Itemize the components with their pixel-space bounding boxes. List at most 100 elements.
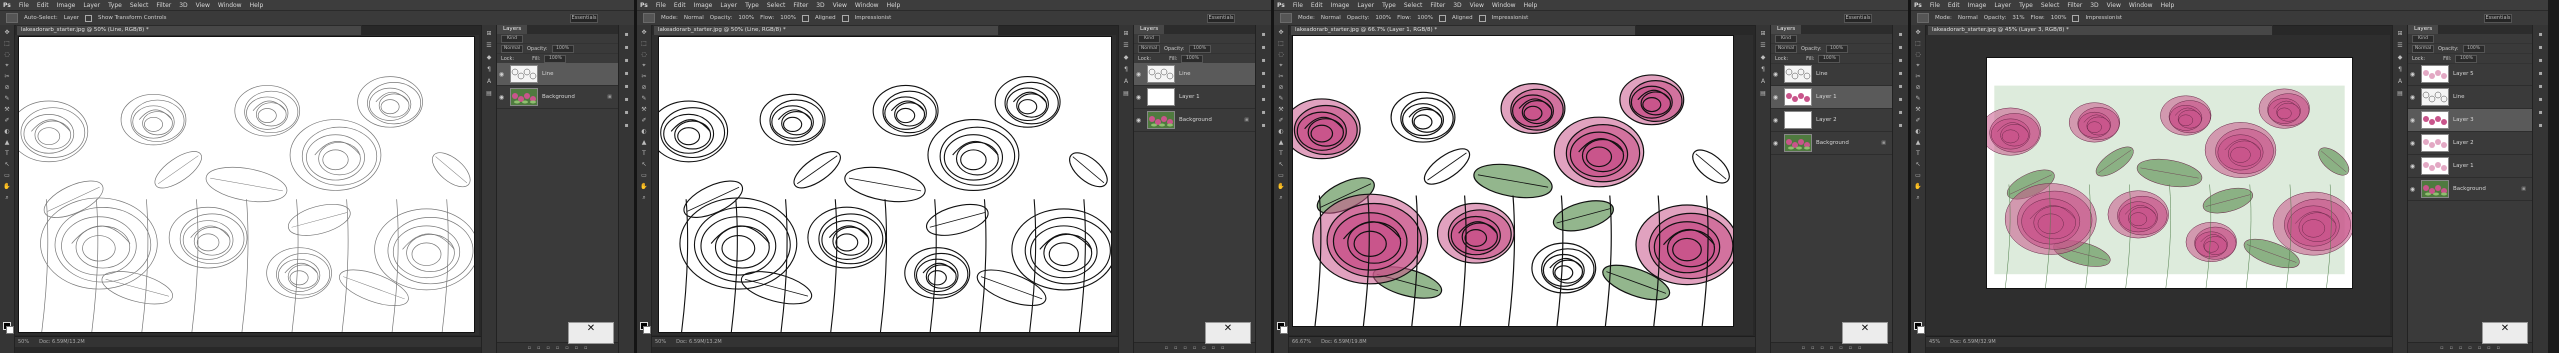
background-color-swatch[interactable]	[1280, 326, 1288, 334]
menu-item-help[interactable]: Help	[1524, 2, 1538, 9]
current-tool-icon[interactable]	[6, 13, 18, 23]
menu-item-3d[interactable]: 3D	[179, 2, 187, 9]
tool-9-icon[interactable]: ◐	[1277, 128, 1285, 135]
option-3[interactable]: 100%	[1375, 15, 1391, 21]
option-7[interactable]: Impressionist	[855, 15, 892, 21]
right-dock-4-icon[interactable]: ▪	[1897, 83, 1905, 90]
dock-2-icon[interactable]: ◆	[2396, 54, 2404, 61]
dock-3-icon[interactable]: ¶	[2396, 66, 2404, 73]
opacity-field[interactable]: 100%	[551, 44, 574, 53]
option-1[interactable]: Layer	[64, 15, 79, 21]
menu-item-filter[interactable]: Filter	[156, 2, 171, 9]
menu-item-layer[interactable]: Layer	[720, 2, 737, 9]
right-dock-6-icon[interactable]: ▪	[1897, 109, 1905, 116]
group-icon[interactable]: ▫	[1839, 345, 1842, 351]
option-3[interactable]: 100%	[738, 15, 754, 21]
layer-row[interactable]: ◉ Layer 1	[2408, 155, 2532, 178]
tool-3-icon[interactable]: ⌖	[1277, 62, 1285, 69]
dock-1-icon[interactable]: ☰	[1759, 42, 1767, 49]
tool-2-icon[interactable]: ◌	[1277, 51, 1285, 58]
menu-item-edit[interactable]: Edit	[1311, 2, 1323, 9]
dock-0-icon[interactable]: ⊞	[1759, 30, 1767, 37]
tab-layers[interactable]: Layers	[1134, 25, 1165, 34]
background-color-swatch[interactable]	[1917, 326, 1925, 334]
eye-icon[interactable]: ◉	[1134, 117, 1143, 124]
option-0[interactable]: Mode:	[661, 15, 678, 21]
tool-3-icon[interactable]: ⌖	[1914, 62, 1922, 69]
eye-icon[interactable]: ◉	[2408, 94, 2417, 101]
blend-mode-select[interactable]: Normal	[1775, 44, 1797, 53]
option-checkbox-7[interactable]	[1478, 14, 1486, 22]
eye-icon[interactable]: ◉	[1134, 94, 1143, 101]
kind-filter[interactable]: Kind	[1138, 34, 1160, 43]
layer-name[interactable]: Line	[1179, 71, 1190, 77]
menu-item-edit[interactable]: Edit	[37, 2, 49, 9]
tool-8-icon[interactable]: ✐	[1914, 117, 1922, 124]
right-dock-2-icon[interactable]: ▪	[1897, 57, 1905, 64]
new-layer-icon[interactable]: ▫	[575, 345, 578, 351]
right-dock-0-icon[interactable]: ▪	[2537, 31, 2545, 38]
right-dock-7-icon[interactable]: ▪	[1260, 122, 1268, 129]
layer-name[interactable]: Layer 2	[1816, 117, 1837, 123]
eye-icon[interactable]: ◉	[2408, 71, 2417, 78]
menu-item-window[interactable]: Window	[218, 2, 242, 9]
dock-4-icon[interactable]: A	[2396, 78, 2404, 85]
trash-icon[interactable]: ▫	[1221, 345, 1224, 351]
fill-field[interactable]: 100%	[2455, 54, 2478, 63]
tool-5-icon[interactable]: ⊘	[1277, 84, 1285, 91]
option-5[interactable]: 100%	[780, 15, 796, 21]
option-4[interactable]: Flow:	[2031, 15, 2045, 21]
tool-2-icon[interactable]: ◌	[640, 51, 648, 58]
dock-5-icon[interactable]: ▤	[2396, 90, 2404, 97]
blend-mode-select[interactable]: Normal	[2412, 44, 2434, 53]
menu-item-select[interactable]: Select	[130, 2, 149, 9]
eye-icon[interactable]: ◉	[497, 71, 506, 78]
layer-name[interactable]: Layer 1	[1179, 94, 1200, 100]
menu-item-help[interactable]: Help	[2161, 2, 2175, 9]
menu-item-window[interactable]: Window	[2129, 2, 2153, 9]
tool-7-icon[interactable]: ⚒	[640, 106, 648, 113]
layer-row[interactable]: ◉ Background ▣	[497, 86, 618, 109]
menu-item-help[interactable]: Help	[887, 2, 901, 9]
tool-8-icon[interactable]: ✐	[3, 117, 11, 124]
tool-11-icon[interactable]: T	[1277, 150, 1285, 157]
tool-3-icon[interactable]: ⌖	[3, 62, 11, 69]
eye-icon[interactable]: ◉	[2408, 163, 2417, 170]
zoom-level[interactable]: 45%	[1929, 339, 1940, 345]
fill-field[interactable]: 100%	[1181, 54, 1204, 63]
tool-9-icon[interactable]: ◐	[640, 128, 648, 135]
link-icon[interactable]: ▫	[1165, 345, 1168, 351]
menu-item-layer[interactable]: Layer	[1994, 2, 2011, 9]
layer-row[interactable]: ◉ Line	[1771, 63, 1892, 86]
mask-icon[interactable]: ▫	[1183, 345, 1186, 351]
right-dock-3-icon[interactable]: ▪	[1260, 70, 1268, 77]
tool-4-icon[interactable]: ✂	[1914, 73, 1922, 80]
tool-8-icon[interactable]: ✐	[1277, 117, 1285, 124]
tool-0-icon[interactable]: ✥	[1914, 29, 1922, 36]
tool-5-icon[interactable]: ⊘	[640, 84, 648, 91]
dock-2-icon[interactable]: ◆	[485, 54, 493, 61]
option-6[interactable]: Impressionist	[2085, 15, 2122, 21]
adjustment-icon[interactable]: ▫	[556, 345, 559, 351]
tool-2-icon[interactable]: ◌	[3, 51, 11, 58]
fx-icon[interactable]: ▫	[1811, 345, 1814, 351]
opacity-field[interactable]: 100%	[1188, 44, 1211, 53]
tool-9-icon[interactable]: ◐	[3, 128, 11, 135]
option-3[interactable]: 31%	[2012, 15, 2024, 21]
tab-layers[interactable]: Layers	[2408, 25, 2439, 34]
menu-item-type[interactable]: Type	[745, 2, 759, 9]
right-dock-5-icon[interactable]: ▪	[2537, 96, 2545, 103]
fill-field[interactable]: 100%	[1818, 54, 1841, 63]
tool-6-icon[interactable]: ✎	[3, 95, 11, 102]
option-0[interactable]: Mode:	[1298, 15, 1315, 21]
fx-icon[interactable]: ▫	[537, 345, 540, 351]
layer-name[interactable]: Background	[1816, 140, 1849, 146]
option-6[interactable]: Aligned	[1452, 15, 1473, 21]
tool-1-icon[interactable]: ⬚	[1914, 40, 1922, 47]
tool-11-icon[interactable]: T	[3, 150, 11, 157]
layer-name[interactable]: Background	[2453, 186, 2486, 192]
menu-item-file[interactable]: File	[19, 2, 29, 9]
right-dock-7-icon[interactable]: ▪	[623, 122, 631, 129]
tool-14-icon[interactable]: ✋	[3, 183, 11, 190]
tool-4-icon[interactable]: ✂	[640, 73, 648, 80]
